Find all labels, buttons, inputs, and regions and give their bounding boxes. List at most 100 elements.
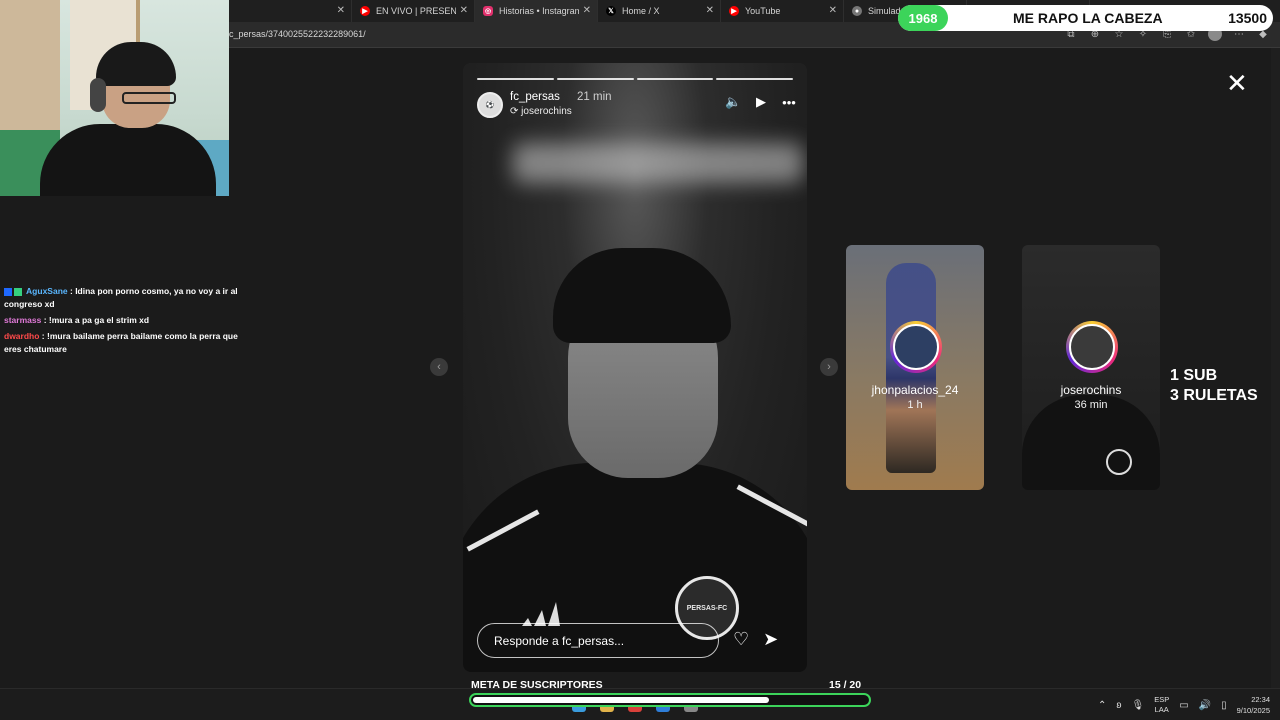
- stream-overlay-text: 1 SUB 3 RULETAS: [1170, 366, 1258, 406]
- subscriber-goal-count: 15 / 20: [829, 679, 862, 691]
- card-time: 1 h: [907, 399, 923, 411]
- headset-icon: [90, 78, 106, 112]
- story-ring: [890, 321, 942, 373]
- progress-segment: [636, 78, 714, 80]
- instagram-icon: ◎: [483, 6, 493, 16]
- card-username: joserochins: [1060, 383, 1122, 397]
- screen: ✕ ▶ EN VIVO | PRESENTAC ✕ ◎ Historias • …: [0, 0, 1280, 720]
- battery-icon[interactable]: ▯: [1221, 700, 1227, 711]
- chat-username[interactable]: starmass: [4, 315, 41, 325]
- chat-username[interactable]: dwardho: [4, 331, 39, 341]
- next-story-card[interactable]: joserochins 36 min: [1022, 245, 1160, 490]
- browser-tab[interactable]: ✕: [229, 0, 352, 22]
- club-crest-icon: [1106, 449, 1132, 475]
- story-progress-bars: [477, 78, 793, 80]
- volume-icon[interactable]: 🔊: [1199, 700, 1211, 711]
- clock-date: 9/10/2025: [1236, 706, 1270, 715]
- subscriber-goal-bar: [469, 693, 871, 707]
- lang-top: ESP: [1154, 695, 1170, 704]
- language-indicator[interactable]: ESP LAA: [1154, 695, 1169, 715]
- chevron-up-icon[interactable]: ⌃: [1098, 700, 1106, 711]
- x-icon: 𝕏: [606, 6, 616, 16]
- tab-label: Historias • Instagram: [499, 6, 579, 16]
- subscriber-goal-label: META DE SUSCRIPTORES: [471, 679, 603, 691]
- chat-message: AguxSane : Idina pon porno cosmo, ya no …: [0, 285, 240, 311]
- close-icon[interactable]: ✕: [706, 5, 714, 16]
- story-avatar: [1069, 324, 1115, 370]
- more-options-icon[interactable]: •••: [781, 95, 797, 110]
- story-image: PERSAS-FC: [463, 63, 807, 672]
- lang-bottom: LAA: [1154, 705, 1169, 714]
- tab-label: Home / X: [622, 6, 660, 16]
- story-timestamp: 21 min: [577, 91, 612, 103]
- story-repost-source[interactable]: ⟳ joserochins: [510, 106, 572, 117]
- streamer-body: [40, 124, 216, 196]
- chat-message: starmass : !mura a pa ga el strim xd: [0, 314, 240, 327]
- card-username: jhonpalacios_24: [871, 383, 959, 397]
- bluetooth-icon[interactable]: ʚ: [1116, 700, 1121, 711]
- story-viewer[interactable]: PERSAS-FC ⚽ fc_persas 21 min ⟳ joserochi…: [463, 63, 807, 672]
- youtube-icon: ▶: [360, 6, 370, 16]
- volume-icon[interactable]: 🔈: [725, 94, 741, 110]
- streamer: [40, 42, 220, 196]
- sub-badge-icon: [4, 287, 12, 296]
- story-avatar: [893, 324, 939, 370]
- story-reply-input[interactable]: Responde a fc_persas...: [477, 623, 719, 658]
- browser-tab[interactable]: 𝕏 Home / X ✕: [598, 0, 721, 22]
- story-background-light: [513, 143, 803, 183]
- network-icon[interactable]: ▭: [1179, 700, 1188, 711]
- progress-segment: [716, 78, 793, 80]
- story-header: ⚽ fc_persas 21 min ⟳ joserochins 🔈 ▶ •••: [477, 90, 797, 120]
- story-username[interactable]: fc_persas: [510, 91, 560, 103]
- scrollbar[interactable]: [1271, 48, 1280, 688]
- subscriber-goal-fill: [473, 697, 769, 703]
- progress-segment: [556, 78, 634, 80]
- tab-label: YouTube: [745, 6, 781, 16]
- stream-chat: AguxSane : Idina pon porno cosmo, ya no …: [0, 285, 240, 359]
- browser-tab[interactable]: ▶ YouTube ✕: [721, 0, 844, 22]
- clock[interactable]: 22:34 9/10/2025: [1237, 694, 1270, 716]
- chat-message: dwardho : !mura bailame perra bailame co…: [0, 330, 240, 356]
- repost-username[interactable]: joserochins: [521, 106, 572, 117]
- system-tray: ⌃ ʚ 🎙 ESP LAA ▭ 🔊 ▯ 22:34 9/10/2025: [1098, 694, 1270, 716]
- streamer-hair: [96, 42, 176, 86]
- story-reply-actions: ♡ ➤: [733, 629, 778, 650]
- url-text[interactable]: c_persas/3740025522232289061/: [229, 29, 366, 39]
- story-controls: 🔈 ▶ •••: [725, 94, 797, 110]
- globe-icon: ●: [852, 6, 862, 16]
- glasses: [122, 92, 176, 104]
- next-story-card[interactable]: jhonpalacios_24 1 h: [846, 245, 984, 490]
- overlay-line: 1 SUB: [1170, 367, 1218, 384]
- goal-current-amount: 1968: [898, 5, 948, 31]
- goal-target-amount: 13500: [1228, 10, 1267, 26]
- send-icon[interactable]: ➤: [763, 629, 778, 650]
- chat-text: : !mura bailame perra bailame como la pe…: [4, 331, 238, 354]
- progress-segment: [477, 78, 554, 80]
- tab-icon: [237, 6, 247, 16]
- sparkle-badge-icon: [14, 287, 22, 296]
- youtube-icon: ▶: [729, 6, 739, 16]
- story-avatar[interactable]: ⚽: [477, 92, 503, 118]
- tab-label: EN VIVO | PRESENTAC: [376, 6, 456, 16]
- story-player-hair: [553, 248, 731, 343]
- close-icon[interactable]: ✕: [829, 5, 837, 16]
- close-icon[interactable]: ✕: [1226, 68, 1248, 99]
- donation-goal-overlay: 1968 ME RAPO LA CABEZA 13500: [898, 5, 1273, 31]
- microphone-icon[interactable]: 🎙: [1131, 700, 1144, 711]
- browser-tab[interactable]: ▶ EN VIVO | PRESENTAC ✕: [352, 0, 475, 22]
- heart-icon[interactable]: ♡: [733, 629, 749, 650]
- chat-text: : !mura a pa ga el strim xd: [43, 315, 150, 325]
- close-icon[interactable]: ✕: [337, 5, 345, 16]
- close-icon[interactable]: ✕: [583, 5, 591, 16]
- browser-tab-active[interactable]: ◎ Historias • Instagram ✕: [475, 0, 598, 22]
- overlay-line: 3 RULETAS: [1170, 387, 1258, 404]
- previous-story-button[interactable]: ‹: [430, 358, 448, 376]
- clock-time: 22:34: [1251, 695, 1270, 704]
- close-icon[interactable]: ✕: [460, 5, 468, 16]
- card-time: 36 min: [1074, 399, 1108, 411]
- chat-username[interactable]: AguxSane: [26, 286, 68, 296]
- story-ring: [1066, 321, 1118, 373]
- webcam-feed: [0, 0, 229, 196]
- play-icon[interactable]: ▶: [753, 94, 769, 110]
- next-story-button[interactable]: ›: [820, 358, 838, 376]
